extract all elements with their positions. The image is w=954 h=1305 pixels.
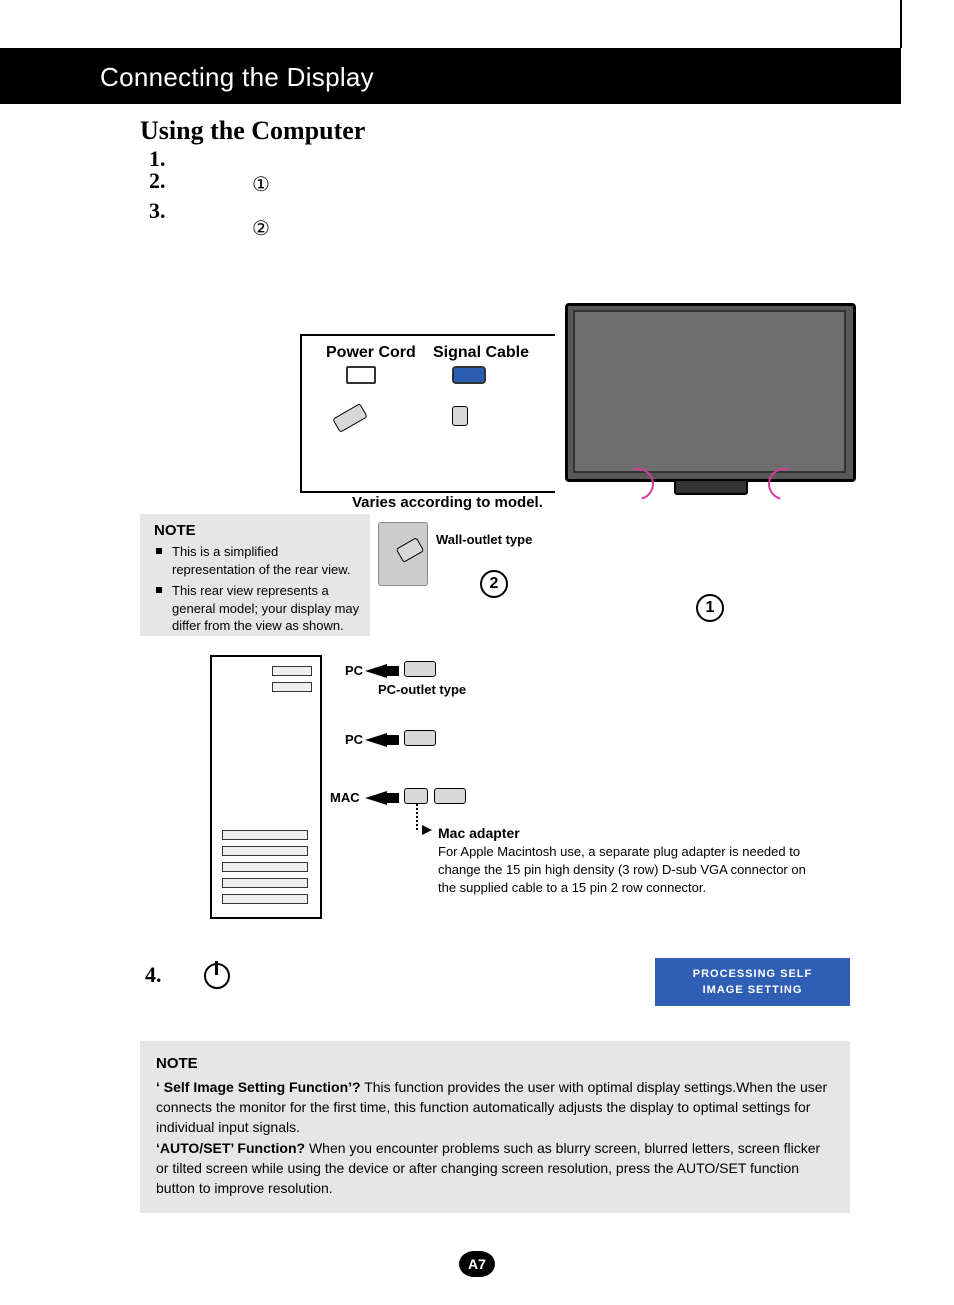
processing-self-image-indicator: PROCESSING SELF IMAGE SETTING [655, 958, 850, 1006]
circled-two-icon: ② [252, 216, 270, 241]
monitor-screen-illustration [573, 310, 846, 473]
circled-one-icon: ① [252, 172, 270, 197]
arrow-bar-icon [385, 735, 399, 745]
step-number-3: 3. [149, 198, 166, 224]
vga-port-icon [452, 366, 486, 384]
signal-plug-icon [452, 406, 468, 426]
arrow-right-icon [422, 825, 432, 835]
note2-auto-set: ‘AUTO/SET’ Function? When you encounter … [156, 1138, 834, 1199]
diagram-circle-2: 2 [480, 570, 508, 598]
dsub-plug-icon [404, 730, 436, 746]
page-corner-rule-vert [900, 0, 902, 48]
arrow-left-icon [365, 791, 387, 805]
note1-item: This rear view represents a general mode… [168, 582, 360, 635]
pc-label-1: PC [345, 663, 363, 678]
section-title: Using the Computer [140, 116, 365, 146]
self-image-label: ‘ Self Image Setting Function’? [156, 1079, 361, 1095]
diagram-circle-1: 1 [696, 594, 724, 622]
mac-adapter-label: Mac adapter [438, 825, 520, 841]
arrow-left-icon [365, 664, 387, 678]
mac-adapter-description: For Apple Macintosh use, a separate plug… [438, 843, 808, 898]
step-number-4: 4. [145, 962, 162, 988]
page-number-badge: A7 [459, 1251, 495, 1277]
auto-set-label: ‘AUTO/SET’ Function? [156, 1140, 305, 1156]
ac-plug-icon [404, 661, 436, 677]
note2-title: NOTE [156, 1053, 834, 1075]
dsub-plug-icon [434, 788, 466, 804]
ac-port-icon [346, 366, 376, 384]
tower-drive-icon [222, 846, 308, 856]
processing-line-1: PROCESSING SELF [655, 968, 850, 980]
step-number-2: 2. [149, 168, 166, 194]
dotted-line-icon [416, 804, 418, 830]
power-icon [204, 963, 230, 989]
varies-note: Varies according to model. [352, 494, 543, 511]
tower-slot-icon [272, 682, 312, 692]
note2-self-image: ‘ Self Image Setting Function’? This fun… [156, 1077, 834, 1138]
arrow-bar-icon [385, 666, 399, 676]
header-title: Connecting the Display [100, 62, 374, 93]
power-cord-label: Power Cord [326, 344, 416, 362]
monitor-stand-illustration [674, 479, 748, 495]
note1-title: NOTE [154, 522, 360, 539]
adapter-plug-icon [404, 788, 428, 804]
note-box-functions: NOTE ‘ Self Image Setting Function’? Thi… [140, 1041, 850, 1213]
arrow-left-icon [365, 733, 387, 747]
mac-label: MAC [330, 790, 360, 805]
arrow-bar-icon [385, 793, 399, 803]
tower-drive-icon [222, 862, 308, 872]
processing-line-2: IMAGE SETTING [655, 984, 850, 996]
wall-outlet-label: Wall-outlet type [436, 532, 532, 547]
pc-label-2: PC [345, 732, 363, 747]
tower-slot-icon [272, 666, 312, 676]
cable-panel-edge [540, 334, 555, 493]
pc-outlet-label: PC-outlet type [378, 682, 466, 697]
note1-item: This is a simplified representation of t… [168, 543, 360, 578]
note-box-rear-view: NOTE This is a simplified representation… [140, 514, 370, 636]
tower-drive-icon [222, 830, 308, 840]
signal-cable-label: Signal Cable [433, 344, 529, 362]
tower-drive-icon [222, 894, 308, 904]
tower-drive-icon [222, 878, 308, 888]
